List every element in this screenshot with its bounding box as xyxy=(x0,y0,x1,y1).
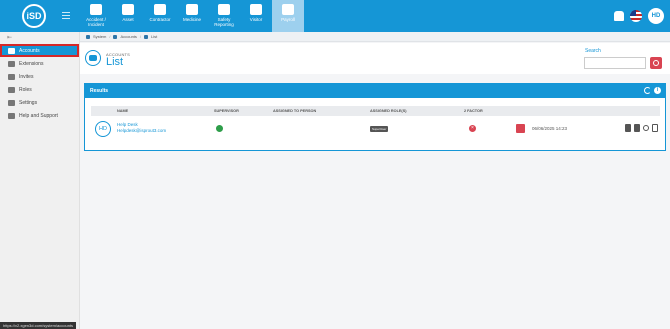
roles-icon xyxy=(8,86,15,93)
table-header: NAME SUPERVISOR ASSIGNED TO PERSON ASSIG… xyxy=(91,106,660,116)
row-actions xyxy=(625,124,658,132)
sidebar-item-invites[interactable]: Invites xyxy=(0,70,79,83)
list-icon xyxy=(144,34,149,39)
sidebar-item-accounts[interactable]: Accounts xyxy=(0,44,79,57)
nav-item-label: Medicine xyxy=(182,17,201,22)
safety-reporting-icon xyxy=(218,4,230,15)
breadcrumb-system[interactable]: System xyxy=(93,34,106,39)
nav-item-label: Visitor xyxy=(249,17,263,22)
page-title: List xyxy=(106,56,124,68)
results-tools: i xyxy=(644,87,661,94)
search-label: Search xyxy=(585,48,601,54)
sidebar-item-label: Roles xyxy=(19,86,32,93)
us-flag-icon[interactable] xyxy=(630,10,642,22)
sidebar-item-label: Extensions xyxy=(19,60,44,67)
breadcrumb-separator: / xyxy=(109,34,111,39)
bell-icon[interactable] xyxy=(614,11,624,21)
sidebar-item-label: Help and Support xyxy=(19,112,58,119)
nav-item-accident-incident[interactable]: Accident / Incident xyxy=(80,0,112,32)
nav-item-label: Contractor xyxy=(149,17,171,22)
document-icon[interactable] xyxy=(652,124,658,132)
nav-item-contractor[interactable]: Contractor xyxy=(144,0,176,32)
sidebar-collapse-icon[interactable]: ⇤ xyxy=(0,32,79,44)
search-icon[interactable] xyxy=(643,125,649,131)
nav-item-label: Safety Reporting xyxy=(214,17,234,27)
sidebar-item-extensions[interactable]: Extensions xyxy=(0,57,79,70)
gear-icon xyxy=(86,34,90,39)
page-icon xyxy=(85,50,101,66)
nav-item-asset[interactable]: Asset xyxy=(112,0,144,32)
nav-item-label: Accident / Incident xyxy=(86,17,106,27)
nav-item-visitor[interactable]: Visitor xyxy=(240,0,272,32)
top-navigation-bar: iSD Accident / Incident Asset Contractor… xyxy=(0,0,670,32)
nav-item-medicine[interactable]: Medicine xyxy=(176,0,208,32)
sidebar-item-label: Accounts xyxy=(19,47,40,54)
logo-area: iSD xyxy=(0,0,80,32)
column-assigned-roles[interactable]: ASSIGNED ROLE(S) xyxy=(370,109,407,113)
app-logo[interactable]: iSD xyxy=(22,4,46,28)
row-name[interactable]: Help Desk xyxy=(117,122,138,127)
module-nav: Accident / Incident Asset Contractor Med… xyxy=(80,0,304,32)
sidebar-item-label: Settings xyxy=(19,99,38,106)
role-badge: SuperUser xyxy=(370,126,389,132)
user-controls: HD xyxy=(614,0,670,32)
puzzle-icon xyxy=(8,60,15,67)
status-bar-url: https://v2.xgen3d.com/system/accounts xyxy=(0,322,77,329)
nav-item-label: Asset xyxy=(122,17,134,22)
sidebar-item-label: Invites xyxy=(19,73,34,80)
user-avatar[interactable]: HD xyxy=(648,8,664,24)
visitor-icon xyxy=(250,4,262,15)
results-header: Results i xyxy=(85,84,665,98)
column-name[interactable]: NAME xyxy=(117,109,128,113)
breadcrumb: System / Accounts / List xyxy=(80,32,670,42)
trash-icon[interactable] xyxy=(625,124,631,132)
contractor-icon xyxy=(154,4,166,15)
column-assigned-person[interactable]: ASSIGNED TO PERSON xyxy=(273,109,316,113)
asset-icon xyxy=(122,4,134,15)
search-input[interactable] xyxy=(584,57,646,69)
accident-icon xyxy=(90,4,102,15)
sidebar-item-help[interactable]: Help and Support xyxy=(0,109,79,122)
breadcrumb-list: List xyxy=(151,34,158,39)
x-circle-icon: × xyxy=(469,125,476,132)
info-icon[interactable]: i xyxy=(654,87,661,94)
payroll-icon xyxy=(282,4,294,15)
page-header: ACCOUNTS List Search xyxy=(80,43,670,74)
row-date: 06/06/2025 14:23 xyxy=(532,126,568,131)
table-row[interactable]: HD Help Desk Helpdesk@isprout3.com Super… xyxy=(91,118,660,140)
breadcrumb-separator: / xyxy=(139,34,142,39)
row-avatar: HD xyxy=(95,121,111,137)
users-icon xyxy=(8,47,15,54)
gears-icon xyxy=(8,99,15,106)
sidebar-item-settings[interactable]: Settings xyxy=(0,96,79,109)
breadcrumb-accounts[interactable]: Accounts xyxy=(120,34,136,39)
nav-item-safety-reporting[interactable]: Safety Reporting xyxy=(208,0,240,32)
hierarchy-icon[interactable] xyxy=(516,124,525,133)
pencil-icon[interactable] xyxy=(634,124,640,132)
envelope-icon xyxy=(8,73,15,80)
row-email[interactable]: Helpdesk@isprout3.com xyxy=(117,128,166,133)
results-title: Results xyxy=(90,88,109,94)
results-panel: Results i NAME SUPERVISOR ASSIGNED TO PE… xyxy=(84,83,666,151)
column-supervisor[interactable]: SUPERVISOR xyxy=(214,109,239,113)
medicine-icon xyxy=(186,4,198,15)
menu-icon[interactable] xyxy=(62,12,70,19)
refresh-icon[interactable] xyxy=(644,87,651,94)
sidebar: ⇤ Accounts Extensions Invites Roles Sett… xyxy=(0,32,80,329)
nav-item-payroll[interactable]: Payroll xyxy=(272,0,304,32)
help-icon xyxy=(8,112,15,119)
sidebar-item-roles[interactable]: Roles xyxy=(0,83,79,96)
column-two-factor[interactable]: 2 FACTOR xyxy=(464,109,483,113)
users-icon xyxy=(89,55,97,61)
check-circle-icon xyxy=(216,125,223,132)
nav-item-label: Payroll xyxy=(281,17,295,22)
users-icon xyxy=(113,34,118,39)
search-button[interactable] xyxy=(650,57,662,69)
